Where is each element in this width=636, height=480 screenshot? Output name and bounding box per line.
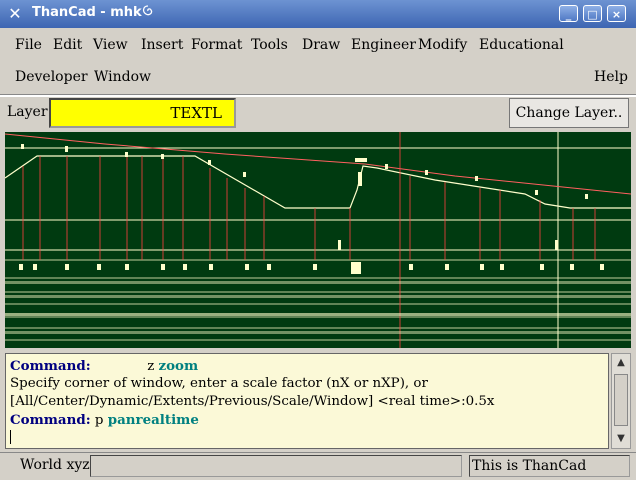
scroll-thumb[interactable] [614,374,628,426]
console-prompt: Command: [10,412,91,428]
profile-table-labels [5,262,631,334]
layer-field[interactable]: TEXTL [49,98,236,128]
menu-format[interactable]: Format [191,37,242,53]
scroll-up-icon[interactable]: ▲ [614,356,628,370]
console-line-4: Command: p panrealtime [10,412,199,428]
command-console[interactable]: Command: z zoom Specify corner of window… [5,353,609,449]
menu-modify[interactable]: Modify [418,37,467,53]
menu-help[interactable]: Help [594,69,628,85]
grade-line [5,155,631,209]
console-line-3: [All/Center/Dynamic/Extents/Previous/Sca… [10,394,495,409]
console-input: p [94,413,104,428]
status-bar: World xyz: This is ThanCad [0,452,636,480]
ground-profile-line [5,133,631,195]
maximize-button[interactable]: □ [583,5,602,22]
menu-insert[interactable]: Insert [141,37,183,53]
scroll-down-icon[interactable]: ▼ [614,432,628,446]
window-title: ThanCad - mhk [32,5,142,20]
console-command: panrealtime [107,412,199,428]
menu-educational[interactable]: Educational [479,37,564,53]
menu-file[interactable]: File [15,37,42,53]
menu-bar: File Edit View Insert Format Tools Draw … [0,28,636,94]
console-prompt: Command: [10,358,91,374]
menu-edit[interactable]: Edit [53,37,82,53]
world-xyz-label: World xyz: [20,457,95,473]
drawing-svg [5,132,631,348]
menu-view[interactable]: View [93,37,128,53]
minimize-button[interactable]: _ [559,5,578,22]
console-command: zoom [158,358,199,374]
menu-window[interactable]: Window [94,69,151,85]
console-line-1: Command: z zoom [10,358,198,374]
menu-developer[interactable]: Developer [15,69,88,85]
menu-draw[interactable]: Draw [302,37,340,53]
app-icon[interactable]: ✕ [6,5,24,23]
status-message: This is ThanCad [469,455,630,477]
console-scrollbar[interactable]: ▲ ▼ [611,353,631,449]
layer-label: Layer: [7,104,53,120]
console-line-2: Specify corner of window, enter a scale … [10,376,428,391]
menu-separator [0,94,636,97]
menu-engineer[interactable]: Engineer [351,37,416,53]
text-cursor [10,430,11,444]
close-button[interactable]: × [607,5,626,22]
console-input: z [147,359,155,374]
drawing-canvas[interactable] [5,132,631,348]
change-layer-button[interactable]: Change Layer.. [509,98,629,128]
swirl-icon [142,5,153,16]
title-bar: ✕ ThanCad - mhk _ □ × [0,0,636,28]
profile-table-grid [5,259,631,341]
world-xyz-field [90,455,462,477]
menu-tools[interactable]: Tools [251,37,288,53]
